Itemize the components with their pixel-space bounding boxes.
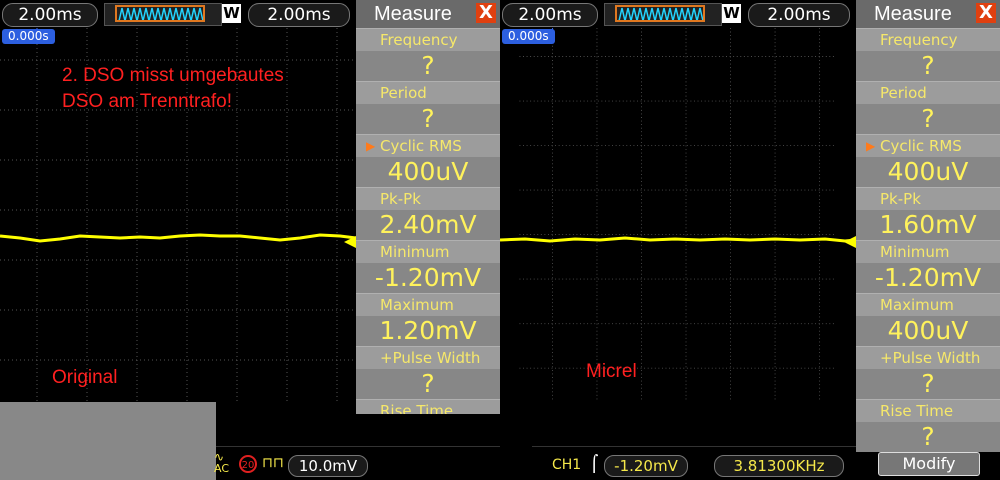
right-measure-panel: Measure X Frequency ? Period ? ▶ Cyclic R… bbox=[856, 0, 1000, 452]
selected-arrow-icon: ▶ bbox=[866, 139, 876, 153]
right-frequency-counter-readout: 3.81300KHz bbox=[714, 455, 844, 477]
left-measure-panel: Measure X Frequency ? Period ? ▶ Cyclic R… bbox=[356, 0, 500, 414]
right-measure-value-maximum: 400uV bbox=[856, 316, 1000, 346]
right-measure-close-icon[interactable]: X bbox=[976, 3, 996, 23]
selected-arrow-icon: ▶ bbox=[366, 139, 376, 153]
modify-button[interactable]: Modify bbox=[878, 452, 980, 476]
left-measure-value-frequency: ? bbox=[356, 51, 500, 81]
right-measure-label-frequency[interactable]: Frequency bbox=[856, 28, 1000, 51]
right-measure-label-rise-time[interactable]: Rise Time bbox=[856, 399, 1000, 422]
left-volts-div-readout[interactable]: 10.0mV bbox=[288, 455, 368, 477]
probe-icon: ⊓⊓ bbox=[262, 455, 284, 471]
right-measure-value-pulse-width: ? bbox=[856, 369, 1000, 399]
left-measure-close-icon[interactable]: X bbox=[476, 3, 496, 23]
bandwidth-limit-icon: 20 bbox=[239, 455, 257, 473]
left-measure-value-cyclic-rms: 400uV bbox=[356, 157, 500, 187]
left-annotation-line2: DSO am Trenntrafo! bbox=[62, 91, 233, 112]
right-trigger-level-readout[interactable]: -1.20mV bbox=[604, 455, 688, 477]
left-label-original: Original bbox=[52, 367, 118, 388]
right-measure-value-rise-time: ? bbox=[856, 422, 1000, 452]
coupling-label: AC bbox=[214, 462, 230, 475]
left-measure-title: Measure bbox=[374, 3, 452, 25]
right-measure-value-minimum: -1.20mV bbox=[856, 263, 1000, 293]
left-measure-label-maximum[interactable]: Maximum bbox=[356, 293, 500, 316]
left-measure-value-period: ? bbox=[356, 104, 500, 134]
left-annotation-line1: 2. DSO misst umgebautes bbox=[62, 65, 284, 86]
left-measure-header: Measure X bbox=[356, 0, 500, 28]
right-measure-value-frequency: ? bbox=[856, 51, 1000, 81]
left-measure-label-pulse-width[interactable]: +Pulse Width bbox=[356, 346, 500, 369]
right-measure-value-pk-pk: 1.60mV bbox=[856, 210, 1000, 240]
left-measure-label-cyclic-rms[interactable]: ▶ Cyclic RMS bbox=[356, 134, 500, 157]
right-measure-title: Measure bbox=[874, 3, 952, 25]
right-measure-value-cyclic-rms: 400uV bbox=[856, 157, 1000, 187]
left-measure-value-pulse-width: ? bbox=[356, 369, 500, 399]
right-measure-label-minimum[interactable]: Minimum bbox=[856, 240, 1000, 263]
left-measure-value-minimum: -1.20mV bbox=[356, 263, 500, 293]
left-measure-value-pk-pk: 2.40mV bbox=[356, 210, 500, 240]
right-measure-value-period: ? bbox=[856, 104, 1000, 134]
right-measure-label-pulse-width[interactable]: +Pulse Width bbox=[856, 346, 1000, 369]
right-status-bar: CH1 ⌠ -1.20mV 3.81300KHz bbox=[532, 446, 856, 480]
left-measure-label-period[interactable]: Period bbox=[356, 81, 500, 104]
left-measure-label-rise-time[interactable]: Rise Time bbox=[356, 399, 500, 414]
left-overlapped-region bbox=[0, 402, 216, 480]
left-measure-value-maximum: 1.20mV bbox=[356, 316, 500, 346]
right-measure-header: Measure X bbox=[856, 0, 1000, 28]
right-scope-screen: 2.00ms W 2.00ms 0.000s Micrel Measure X … bbox=[500, 0, 1000, 480]
right-measure-label-pk-pk[interactable]: Pk-Pk bbox=[856, 187, 1000, 210]
left-status-bar: ∿ AC 20 ⊓⊓ 10.0mV bbox=[214, 446, 500, 480]
right-measure-label-cyclic-rms[interactable]: ▶ Cyclic RMS bbox=[856, 134, 1000, 157]
right-measure-label-maximum[interactable]: Maximum bbox=[856, 293, 1000, 316]
right-measure-label-period[interactable]: Period bbox=[856, 81, 1000, 104]
left-measure-label-pk-pk[interactable]: Pk-Pk bbox=[356, 187, 500, 210]
left-measure-label-minimum[interactable]: Minimum bbox=[356, 240, 500, 263]
left-scope-screen: 2.00ms W 2.00ms 0.000s 2. DSO misst umge… bbox=[0, 0, 500, 480]
rising-edge-trigger-icon: ⌠ bbox=[590, 454, 599, 473]
left-measure-label-frequency[interactable]: Frequency bbox=[356, 28, 500, 51]
right-label-micrel: Micrel bbox=[586, 361, 637, 382]
right-channel-label: CH1 bbox=[552, 457, 582, 473]
